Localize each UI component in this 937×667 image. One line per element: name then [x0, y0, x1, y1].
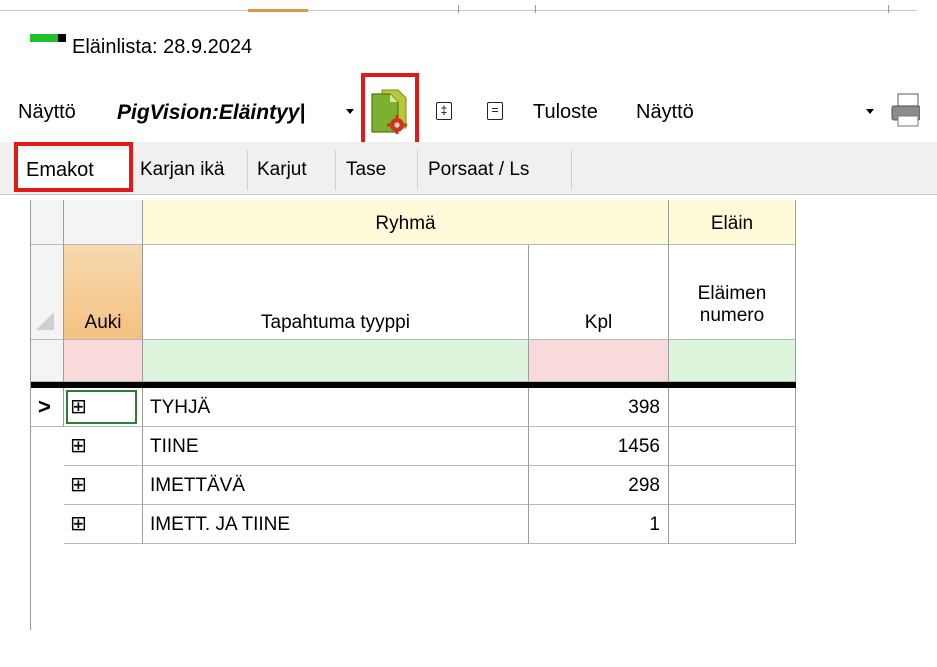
filter-event-type[interactable]	[143, 340, 529, 382]
top-tick	[535, 5, 536, 13]
tab-porsaat-ls[interactable]: Porsaat / Ls	[420, 150, 572, 190]
expand-all-button[interactable]: ‡	[436, 102, 452, 120]
event-type-value: IMETT. JA TIINE	[150, 514, 291, 535]
event-type-value: TYHJÄ	[150, 397, 211, 418]
table-cell-auki[interactable]: ⊞	[64, 505, 143, 544]
table-cell-event-type: TYHJÄ	[143, 388, 529, 427]
print-label: Tuloste	[533, 101, 598, 123]
count-value: 1	[649, 514, 660, 535]
column-header-auki-label: Auki	[84, 312, 122, 333]
view-select[interactable]: PigVision:Eläintyy|	[117, 101, 337, 125]
status-indicator-icon	[30, 34, 66, 44]
expand-row-icon[interactable]: ⊞	[70, 472, 87, 497]
data-grid: Ryhmä Eläin Auki Tapahtuma tyyppi Kpl El…	[30, 200, 921, 630]
table-cell-animal-number	[669, 388, 796, 427]
band-header-animal: Eläin	[669, 200, 796, 245]
table-cell-event-type: TIINE	[143, 427, 529, 466]
filter-row-header	[31, 340, 64, 382]
table-cell-count: 298	[529, 466, 669, 505]
row-selector[interactable]	[31, 427, 64, 466]
table-cell-animal-number	[669, 505, 796, 544]
filter-count[interactable]	[529, 340, 669, 382]
count-value: 298	[628, 475, 660, 496]
column-header-animal-number-line2: numero	[699, 305, 765, 326]
column-header-count-label: Kpl	[584, 312, 613, 333]
view-label: Näyttö	[18, 101, 76, 123]
table-cell-auki[interactable]: ⊞	[64, 388, 143, 427]
event-type-value: IMETTÄVÄ	[150, 475, 246, 496]
current-row-marker: >	[38, 394, 51, 419]
band-header-animal-label: Eläin	[710, 213, 754, 234]
table-cell-animal-number	[669, 466, 796, 505]
expand-row-icon[interactable]: ⊞	[70, 433, 87, 458]
table-cell-count: 1456	[529, 427, 669, 466]
table-cell-auki[interactable]: ⊞	[64, 427, 143, 466]
event-type-value: TIINE	[150, 436, 199, 457]
table-cell-auki[interactable]: ⊞	[64, 466, 143, 505]
band-header-group: Ryhmä	[143, 200, 669, 245]
print-select-value[interactable]: Näyttö	[636, 101, 694, 124]
top-accent	[248, 9, 308, 12]
collapse-all-button[interactable]: =	[487, 102, 503, 120]
row-selector[interactable]	[31, 466, 64, 505]
window-title: Eläinlista: 28.9.2024	[72, 36, 253, 58]
tab-tase[interactable]: Tase	[338, 150, 418, 190]
expand-row-icon[interactable]: ⊞	[70, 511, 87, 536]
row-header-corner	[31, 245, 64, 340]
band-header-empty	[64, 200, 143, 245]
table-cell-event-type: IMETT. JA TIINE	[143, 505, 529, 544]
expand-row-icon[interactable]: ⊞	[70, 394, 87, 419]
chevron-down-icon[interactable]	[346, 109, 354, 114]
count-value: 1456	[617, 436, 660, 457]
column-header-event-type-label: Tapahtuma tyyppi	[261, 312, 410, 333]
printer-icon[interactable]	[890, 92, 920, 128]
report-settings-button[interactable]	[361, 73, 419, 146]
corner-cell	[31, 200, 64, 245]
filter-auki[interactable]	[64, 340, 143, 382]
chevron-down-icon[interactable]	[866, 109, 874, 114]
active-tab-highlight	[14, 142, 133, 192]
top-tick	[888, 5, 889, 13]
band-header-group-label: Ryhmä	[375, 213, 436, 234]
column-header-animal-number[interactable]: Eläimen numero	[669, 245, 796, 340]
column-header-count[interactable]: Kpl	[529, 245, 669, 340]
row-selector[interactable]	[31, 505, 64, 544]
table-cell-event-type: IMETTÄVÄ	[143, 466, 529, 505]
column-header-animal-number-line1: Eläimen	[697, 283, 767, 304]
filter-animal-number[interactable]	[669, 340, 796, 382]
column-header-auki[interactable]: Auki	[64, 245, 143, 340]
count-value: 398	[628, 397, 660, 418]
row-selector[interactable]: >	[31, 388, 64, 427]
tab-karjan-ika[interactable]: Karjan ikä	[132, 150, 248, 190]
tab-karjut[interactable]: Karjut	[249, 150, 336, 190]
table-cell-animal-number	[669, 427, 796, 466]
top-tick	[458, 5, 459, 13]
table-cell-count: 398	[529, 388, 669, 427]
sort-triangle-icon	[36, 312, 54, 330]
table-cell-count: 1	[529, 505, 669, 544]
column-header-event-type[interactable]: Tapahtuma tyyppi	[143, 245, 529, 340]
